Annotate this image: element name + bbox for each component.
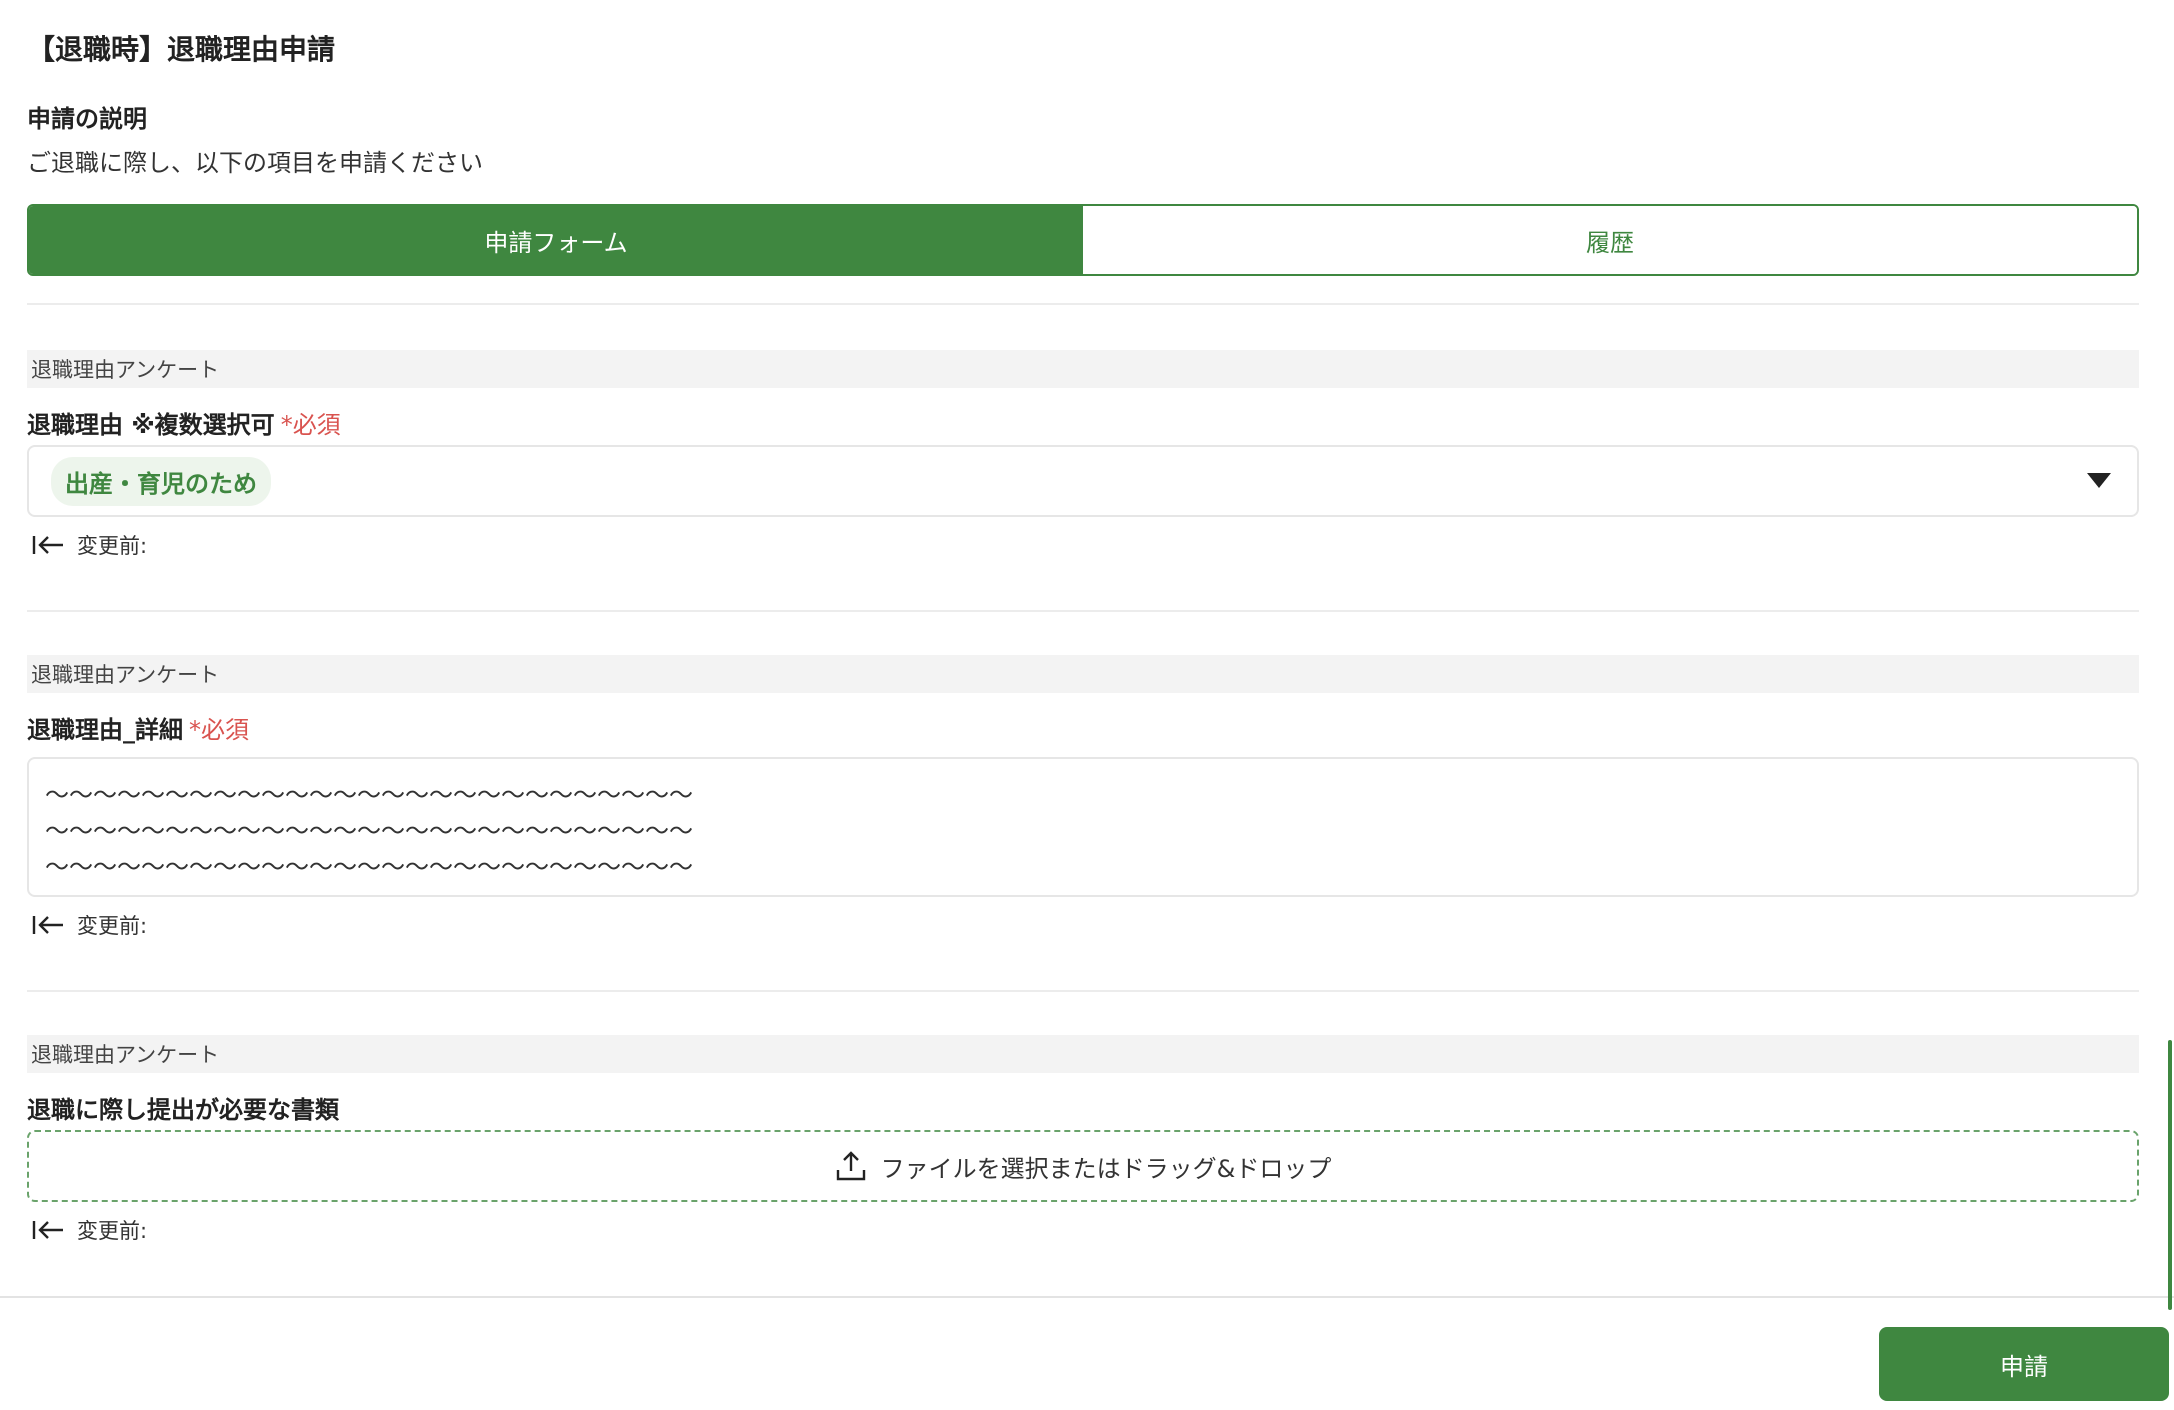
divider bbox=[27, 303, 2139, 305]
tab-application-form[interactable]: 申請フォーム bbox=[29, 206, 1083, 274]
field-label-text: 退職理由 ※複数選択可 bbox=[27, 411, 275, 439]
description-text: ご退職に際し、以下の項目を申請ください bbox=[27, 149, 483, 177]
arrow-to-line-left-icon bbox=[32, 1221, 63, 1239]
previous-value-label: 変更前: bbox=[77, 1219, 148, 1243]
arrow-to-line-left-icon bbox=[32, 916, 63, 934]
arrow-to-line-left-icon bbox=[32, 536, 63, 554]
divider bbox=[27, 990, 2139, 992]
previous-value-label: 変更前: bbox=[77, 914, 148, 938]
upload-text: ファイルを選択またはドラッグ&ドロップ bbox=[880, 1154, 1332, 1183]
retirement-reason-detail-textarea[interactable]: 〜〜〜〜〜〜〜〜〜〜〜〜〜〜〜〜〜〜〜〜〜〜〜〜〜〜〜 〜〜〜〜〜〜〜〜〜〜〜〜… bbox=[27, 757, 2139, 897]
file-upload-dropzone[interactable]: ファイルを選択またはドラッグ&ドロップ bbox=[27, 1130, 2139, 1202]
previous-value-row: 変更前: bbox=[31, 1215, 147, 1245]
section-header: 退職理由アンケート bbox=[27, 350, 2139, 388]
previous-value-label: 変更前: bbox=[77, 534, 148, 558]
section-header: 退職理由アンケート bbox=[27, 1035, 2139, 1073]
field-label-required-documents: 退職に際し提出が必要な書類 bbox=[27, 1096, 339, 1124]
submit-button[interactable]: 申請 bbox=[1879, 1327, 2169, 1401]
previous-value-row: 変更前: bbox=[31, 910, 147, 940]
section-header: 退職理由アンケート bbox=[27, 655, 2139, 693]
description-label: 申請の説明 bbox=[27, 105, 147, 133]
upload-icon bbox=[836, 1151, 865, 1181]
application-page: 【退職時】退職理由申請 申請の説明 ご退職に際し、以下の項目を申請ください 申請… bbox=[0, 0, 2174, 1410]
required-marker: *必須 bbox=[280, 411, 341, 439]
selected-option-chip[interactable]: 出産・育児のため bbox=[51, 456, 271, 506]
tab-bar: 申請フォーム 履歴 bbox=[27, 204, 2139, 276]
field-label-retirement-reason-detail: 退職理由_詳細 *必須 bbox=[27, 710, 249, 745]
caret-down-icon[interactable] bbox=[2087, 473, 2111, 488]
scrollbar[interactable] bbox=[2168, 1040, 2172, 1310]
field-label-text: 退職理由_詳細 bbox=[27, 716, 183, 744]
retirement-reason-select[interactable]: 出産・育児のため bbox=[27, 445, 2139, 517]
field-label-retirement-reason: 退職理由 ※複数選択可 *必須 bbox=[27, 405, 341, 440]
footer-divider bbox=[0, 1296, 2174, 1298]
required-marker: *必須 bbox=[189, 716, 249, 744]
previous-value-row: 変更前: bbox=[31, 530, 147, 560]
tab-history[interactable]: 履歴 bbox=[1083, 206, 2137, 274]
divider bbox=[27, 610, 2139, 612]
page-title: 【退職時】退職理由申請 bbox=[27, 33, 336, 66]
